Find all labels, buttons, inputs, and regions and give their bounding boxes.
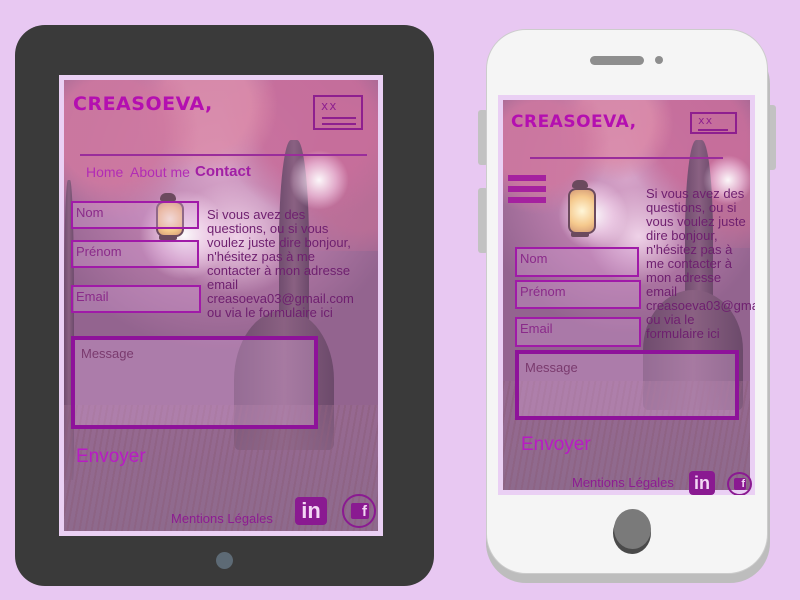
phone-speaker xyxy=(590,56,644,65)
facebook-icon[interactable]: f xyxy=(727,472,752,495)
message-field[interactable]: Message xyxy=(515,350,739,420)
message-field[interactable]: Message xyxy=(71,336,318,429)
signature-logo-icon[interactable]: xx xyxy=(313,95,363,130)
header-divider xyxy=(530,157,723,159)
phone-camera xyxy=(655,56,663,64)
tablet-home-button[interactable] xyxy=(216,552,233,569)
phone-home-button[interactable] xyxy=(614,509,651,549)
phone-screen: CREASOEVA, xx Si vous avez des questions… xyxy=(498,95,755,495)
first-name-field[interactable]: Prénom xyxy=(71,240,199,268)
menu-icon[interactable] xyxy=(508,175,546,205)
signature-logo-icon[interactable]: xx xyxy=(690,112,737,134)
legal-notice-link[interactable]: Mentions Légales xyxy=(171,511,273,526)
contact-intro-text: Si vous avez des questions, ou si vous v… xyxy=(207,207,354,320)
facebook-icon[interactable]: f xyxy=(342,494,376,528)
legal-notice-link[interactable]: Mentions Légales xyxy=(572,475,674,490)
nav-home[interactable]: Home xyxy=(86,164,123,180)
send-button[interactable]: Envoyer xyxy=(521,434,591,456)
email-field[interactable]: Email xyxy=(515,317,641,347)
linkedin-icon[interactable]: in xyxy=(689,471,715,495)
linkedin-icon[interactable]: in xyxy=(295,497,327,525)
brand-title[interactable]: CREASOEVA, xyxy=(73,93,213,115)
email-field[interactable]: Email xyxy=(71,285,201,313)
first-name-field[interactable]: Prénom xyxy=(515,280,641,309)
main-nav: Home About me Contact xyxy=(86,163,346,183)
name-field[interactable]: Nom xyxy=(71,201,199,229)
header-divider xyxy=(80,154,367,156)
send-button[interactable]: Envoyer xyxy=(76,446,146,468)
tablet-screen: CREASOEVA, xx Home About me Contact Nom … xyxy=(59,75,383,536)
nav-about-me[interactable]: About me xyxy=(130,164,190,180)
nav-contact[interactable]: Contact xyxy=(195,163,251,180)
brand-title[interactable]: CREASOEVA, xyxy=(511,112,637,132)
name-field[interactable]: Nom xyxy=(515,247,639,277)
contact-intro-text: Si vous avez des questions, ou si vous v… xyxy=(646,186,755,341)
